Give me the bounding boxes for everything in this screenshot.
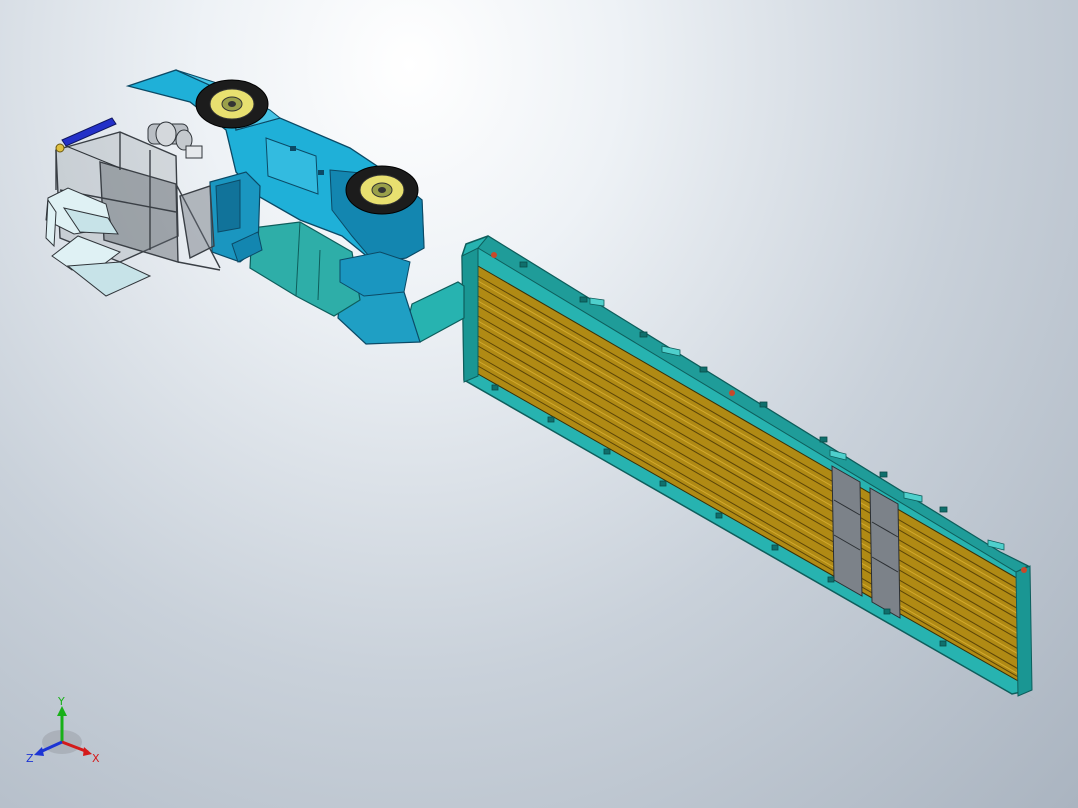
trailer[interactable] <box>461 235 1036 700</box>
x-axis-label: X <box>92 752 100 765</box>
wheel-rear <box>195 79 269 129</box>
trailer-end-plate <box>1015 565 1033 697</box>
trailer-crossmember <box>831 465 863 597</box>
marker-light <box>729 390 735 396</box>
truck-trailer-model[interactable] <box>0 0 1078 808</box>
coordinate-triad[interactable]: Y X Z <box>22 692 112 772</box>
marker-light <box>491 252 497 258</box>
wheel-front <box>345 165 419 215</box>
graphics-viewport[interactable]: Y X Z <box>0 0 1078 808</box>
bolt <box>290 146 296 151</box>
x-axis-head <box>83 747 92 756</box>
y-axis-label: Y <box>57 695 65 708</box>
z-axis-label: Z <box>26 752 34 765</box>
bolt <box>318 170 324 175</box>
truck[interactable] <box>45 69 425 297</box>
trailer-crossmember <box>869 487 901 619</box>
truck-cab-front <box>215 179 241 233</box>
marker-light <box>1021 567 1027 573</box>
z-axis-head <box>34 747 44 756</box>
